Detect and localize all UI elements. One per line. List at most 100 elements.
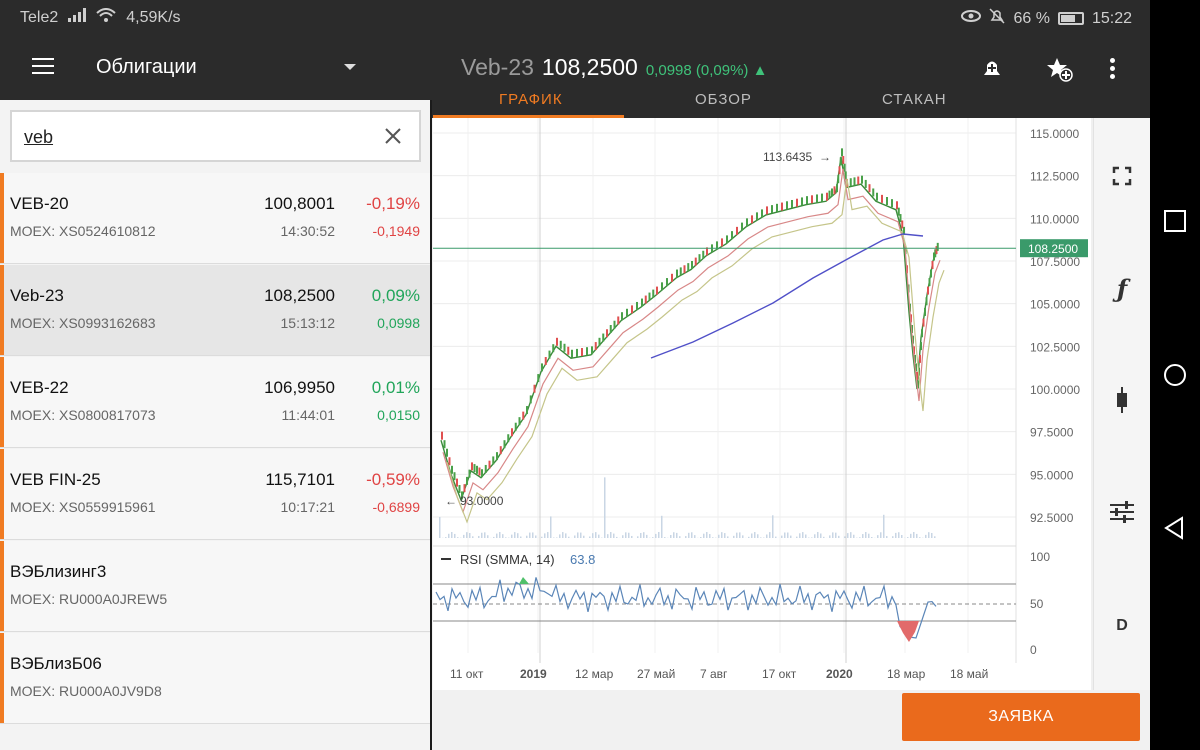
more-vert-icon[interactable] [1110, 58, 1116, 79]
volume-bar [565, 533, 567, 538]
volume-bar [913, 532, 915, 538]
volume-bar [709, 534, 711, 538]
recent-apps-icon[interactable] [1162, 208, 1188, 234]
volume-bar [847, 533, 849, 538]
item-change-percent: 0,09% [371, 286, 420, 305]
candle [928, 278, 931, 287]
candle [936, 242, 939, 251]
home-icon[interactable] [1162, 362, 1188, 388]
candle [736, 226, 738, 235]
row-accent [0, 265, 4, 355]
low-arrow: ← [445, 494, 457, 508]
candle [652, 289, 655, 298]
volume-bar [835, 532, 837, 538]
tab-orderbook[interactable]: СТАКАН [882, 91, 947, 108]
item-name: VEB-20 [10, 194, 69, 213]
candle [857, 176, 860, 185]
volume-bar [664, 537, 666, 538]
candle [826, 192, 828, 201]
carrier: Tele2 [20, 8, 59, 26]
favorite-add-icon[interactable] [1045, 56, 1073, 87]
row-accent [0, 541, 4, 631]
candle [533, 384, 536, 393]
list-item[interactable]: VEB-20 MOEX: XS0524610812 100,8001 14:30:52… [0, 173, 430, 264]
volume-bar [739, 532, 741, 538]
list-item[interactable]: Veb-23 MOEX: XS0993162683 108,2500 15:13:12… [0, 265, 430, 356]
alert-add-icon[interactable] [980, 56, 1004, 85]
volume-bar [583, 535, 585, 538]
candle [841, 148, 843, 157]
function-icon[interactable]: ƒ [1108, 274, 1136, 303]
candle [901, 220, 904, 229]
rsi-collapse-icon [441, 558, 451, 560]
volume-bar [559, 534, 561, 538]
volume-bar [478, 535, 480, 538]
volume-bar [676, 532, 678, 538]
candle [666, 278, 668, 287]
candle [514, 422, 517, 431]
fullscreen-icon[interactable] [1108, 162, 1136, 190]
volume-bar [769, 532, 771, 538]
menu-icon[interactable] [32, 58, 54, 76]
candle [456, 478, 458, 487]
clear-icon[interactable] [381, 124, 405, 148]
volume-bar [871, 537, 873, 538]
y-tick-label: 105.0000 [1030, 298, 1080, 312]
candle [671, 273, 673, 282]
x-tick-label: 18 май [950, 667, 988, 681]
volume-bar [862, 534, 864, 538]
volume-bar [823, 536, 825, 538]
candle [484, 464, 487, 473]
candle [816, 194, 818, 203]
category-dropdown[interactable]: Облигации [96, 56, 360, 82]
candle [468, 469, 471, 478]
volume-bar [451, 532, 453, 538]
volume-bar [916, 533, 918, 538]
volume-bar [910, 533, 912, 538]
back-icon[interactable] [1162, 515, 1188, 541]
chart-canvas[interactable]: 115.0000112.5000110.0000107.5000105.0000… [433, 118, 1095, 690]
volume-bar [928, 532, 930, 538]
item-change-value: 0,0150 [377, 407, 420, 423]
price-chart[interactable]: 115.0000 112.5000 110.0000 107.5000 105.0000… [433, 118, 1095, 690]
volume-bar [496, 533, 498, 538]
candle [687, 263, 690, 272]
candle [694, 257, 697, 266]
item-name: VEB-22 [10, 378, 69, 397]
volume-bar [463, 534, 465, 538]
volume-bar [817, 532, 819, 538]
volume-bar [895, 532, 897, 538]
candle [492, 456, 495, 465]
item-time: 11:44:01 [281, 407, 335, 423]
volume-bar [673, 532, 675, 538]
volume-bar [517, 533, 519, 538]
price-line [440, 156, 939, 502]
list-item[interactable]: ВЭБлизинг3 MOEX: RU000A0JREW5 [0, 541, 430, 632]
volume-bar [544, 533, 546, 538]
x-tick-label: 27 май [637, 667, 675, 681]
list-item[interactable]: ВЭБлизБ06 MOEX: RU000A0JV9D8 [0, 633, 430, 724]
volume-bar [484, 532, 486, 538]
x-tick-label: 18 мар [887, 667, 926, 681]
timeframe-button[interactable]: D [1108, 612, 1136, 640]
candlestick-icon[interactable] [1108, 386, 1136, 414]
tab-chart[interactable]: ГРАФИК [499, 91, 563, 108]
volume-bar [838, 535, 840, 538]
candle [496, 452, 498, 461]
item-time: 10:17:21 [280, 499, 336, 515]
candle [920, 342, 922, 351]
row-accent [0, 173, 4, 263]
candle [602, 333, 605, 342]
volume-bar [772, 515, 774, 538]
tab-overview[interactable]: ОБЗОР [695, 91, 752, 108]
volume-bar [733, 535, 735, 538]
order-button[interactable]: ЗАЯВКА [902, 693, 1140, 741]
list-item[interactable]: VEB FIN-25 MOEX: XS0559915961 115,7101 10:1… [0, 449, 430, 540]
candle [443, 440, 446, 449]
settings-sliders-icon[interactable] [1108, 498, 1136, 526]
search-input[interactable] [24, 124, 354, 150]
list-item[interactable]: VEB-22 MOEX: XS0800817073 106,9950 11:44:01… [0, 357, 430, 448]
volume-bar [799, 533, 801, 538]
candle [552, 344, 555, 353]
volume-bar [520, 536, 522, 538]
